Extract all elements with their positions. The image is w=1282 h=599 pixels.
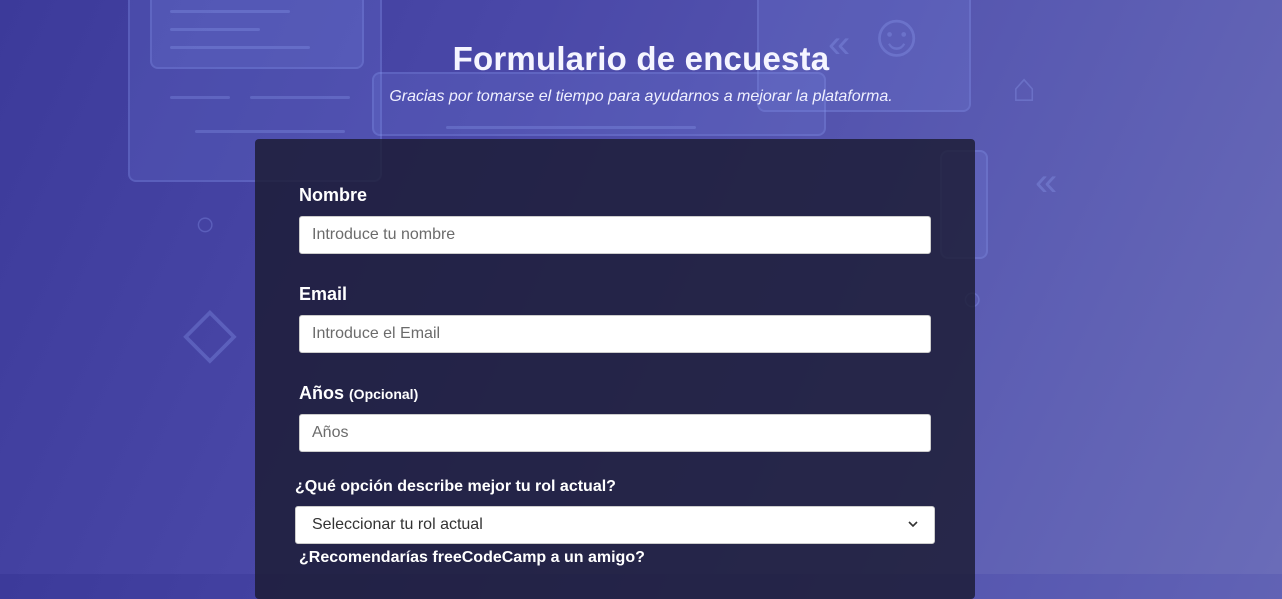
role-select-value: Seleccionar tu rol actual bbox=[312, 516, 483, 533]
optional-note: (Opcional) bbox=[349, 386, 419, 402]
diamond-icon: ◇ bbox=[183, 292, 237, 370]
page-description: Gracias por tomarse el tiempo para ayuda… bbox=[389, 88, 893, 105]
age-label: Años (Opcional) bbox=[299, 383, 418, 404]
age-label-text: Años bbox=[299, 383, 344, 403]
email-input[interactable] bbox=[299, 315, 931, 353]
age-input[interactable] bbox=[299, 414, 931, 452]
circle-icon: ○ bbox=[195, 205, 216, 243]
role-label: ¿Qué opción describe mejor tu rol actual… bbox=[295, 478, 616, 495]
page-title: Formulario de encuesta bbox=[452, 40, 830, 77]
chevron-down-icon bbox=[908, 518, 918, 532]
survey-form: Nombre Email Años (Opcional) ¿Qué opción… bbox=[255, 139, 975, 599]
chevron-left-icon: « bbox=[1035, 160, 1058, 204]
email-label: Email bbox=[299, 284, 348, 304]
name-label: Nombre bbox=[299, 185, 368, 205]
role-select[interactable]: Seleccionar tu rol actual bbox=[295, 506, 935, 544]
recommend-label: ¿Recomendarías freeCodeCamp a un amigo? bbox=[299, 549, 645, 566]
name-input[interactable] bbox=[299, 216, 931, 254]
